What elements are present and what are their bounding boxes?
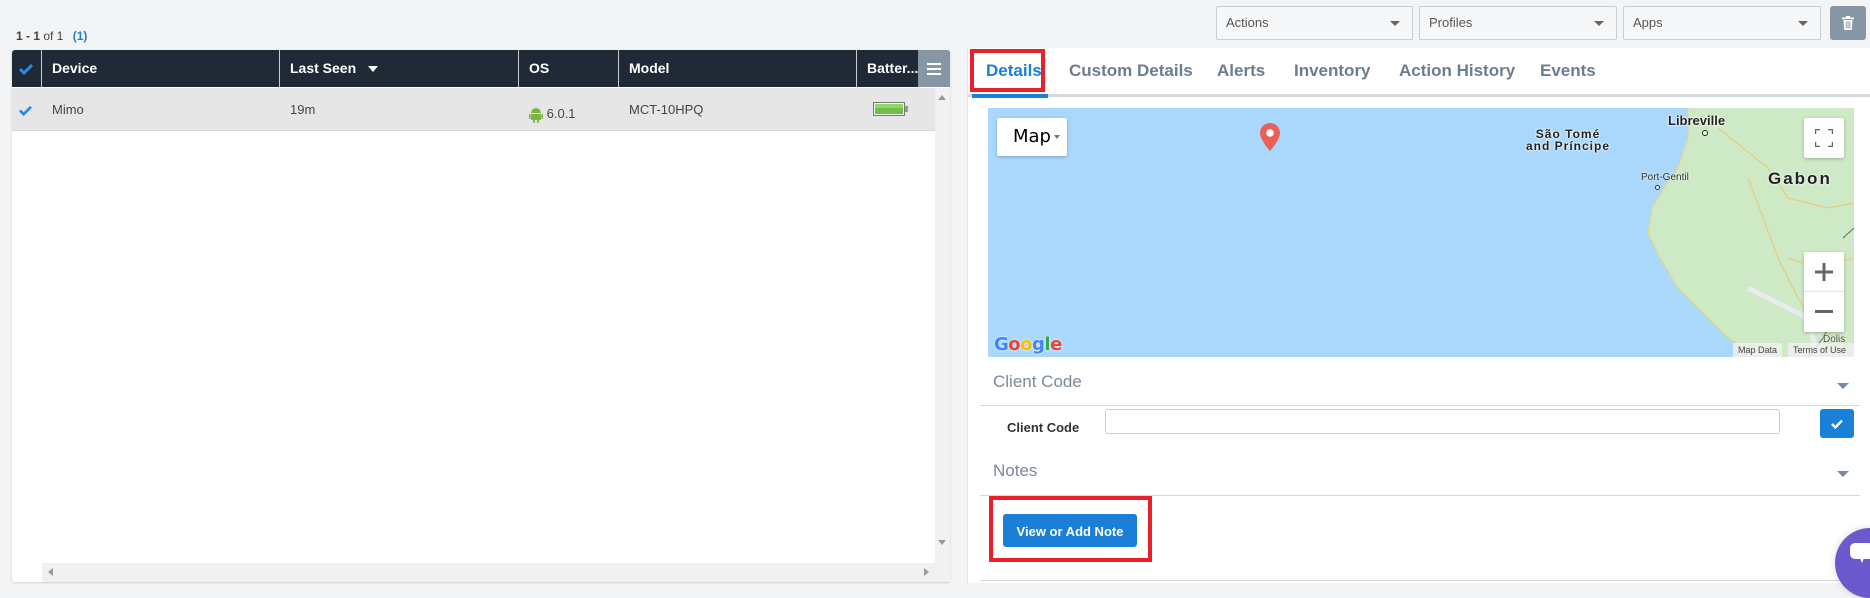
tab-events[interactable]: Events	[1540, 48, 1596, 94]
apps-dropdown[interactable]: Apps	[1623, 6, 1821, 40]
divider	[980, 580, 1860, 581]
chat-bubble-icon	[1850, 543, 1870, 563]
scroll-down-icon[interactable]	[938, 540, 946, 545]
scroll-left-icon[interactable]	[48, 568, 53, 576]
column-header-battery[interactable]: Batter...	[857, 50, 918, 87]
pagination-range: 1 - 1	[16, 29, 41, 43]
map-label-port-gentil: Port-Gentil	[1641, 172, 1689, 183]
scroll-right-icon[interactable]	[924, 568, 929, 576]
actions-dropdown[interactable]: Actions	[1216, 6, 1413, 40]
trash-icon	[1842, 16, 1854, 30]
column-label: Last Seen	[290, 60, 357, 76]
chevron-down-icon	[1054, 135, 1060, 139]
column-label: OS	[529, 60, 550, 76]
sort-desc-icon	[368, 66, 379, 73]
column-label: Device	[52, 60, 98, 76]
cell-model: MCT-10HPQ	[629, 102, 704, 117]
active-tab-indicator	[972, 94, 1048, 98]
notes-section-title[interactable]: Notes	[993, 461, 1037, 481]
fullscreen-icon	[1815, 129, 1833, 147]
plus-icon	[1815, 262, 1833, 281]
hamburger-menu-icon	[927, 62, 941, 75]
tab-custom-details[interactable]: Custom Details	[1069, 48, 1193, 94]
checkmark-icon	[1831, 419, 1843, 429]
location-pin-icon[interactable]	[1260, 123, 1280, 151]
map-type-selector[interactable]: Map	[997, 118, 1067, 156]
profiles-label: Profiles	[1429, 15, 1473, 30]
client-code-section-title[interactable]: Client Code	[993, 372, 1082, 392]
actions-label: Actions	[1226, 15, 1269, 30]
chevron-down-icon[interactable]	[1837, 383, 1849, 389]
profiles-dropdown[interactable]: Profiles	[1419, 6, 1617, 40]
zoom-controls	[1804, 252, 1844, 332]
minus-icon	[1815, 310, 1833, 313]
device-details-panel: Details Custom Details Alerts Inventory …	[967, 48, 1870, 583]
tab-alerts[interactable]: Alerts	[1217, 48, 1265, 94]
column-header-last-seen[interactable]: Last Seen	[280, 50, 519, 87]
map-label-gabon: Gabon	[1768, 169, 1832, 188]
map-land	[1647, 108, 1854, 357]
android-icon	[529, 107, 543, 123]
tab-action-history[interactable]: Action History	[1399, 48, 1515, 94]
cell-device: Mimo	[52, 102, 84, 117]
details-tabs: Details Custom Details Alerts Inventory …	[968, 48, 1870, 98]
chevron-down-icon[interactable]	[1837, 471, 1849, 477]
column-header-model[interactable]: Model	[619, 50, 857, 87]
selected-count-link[interactable]: (1)	[73, 29, 88, 43]
client-code-input[interactable]	[1105, 409, 1780, 434]
column-label: Batter...	[867, 60, 918, 76]
cell-last-seen: 19m	[290, 102, 316, 117]
divider	[980, 405, 1860, 406]
table-row[interactable]: Mimo 19m 6.0.1 MCT-10HPQ	[12, 88, 935, 131]
chevron-down-icon	[1594, 21, 1604, 26]
checkmark-icon	[19, 105, 32, 117]
fullscreen-button[interactable]	[1804, 118, 1844, 158]
battery-indicator	[863, 102, 909, 118]
chevron-down-icon	[1798, 21, 1808, 26]
city-marker-icon	[1655, 185, 1660, 190]
tab-inventory[interactable]: Inventory	[1294, 48, 1371, 94]
column-label: Model	[629, 60, 670, 76]
map-label-sao-tome: São Tomé and Príncipe	[1526, 127, 1611, 153]
google-logo: Google	[994, 334, 1062, 355]
delete-button[interactable]	[1830, 6, 1866, 40]
location-map[interactable]: Map São Tomé and Príncipe Libreville Por…	[988, 108, 1854, 357]
checkmark-icon	[18, 64, 34, 76]
pagination-total: of 1	[43, 29, 64, 43]
highlight-box-details-tab	[970, 49, 1045, 92]
grid-header: Device Last Seen OS Model Batter...	[12, 50, 950, 87]
apps-label: Apps	[1633, 15, 1663, 30]
map-data-link[interactable]: Map Data	[1733, 343, 1783, 357]
os-version: 6.0.1	[546, 106, 576, 121]
client-code-save-button[interactable]	[1820, 409, 1854, 438]
column-header-os[interactable]: OS	[519, 50, 619, 87]
map-label-libreville: Libreville	[1668, 113, 1726, 128]
highlight-box-note-button	[989, 496, 1152, 562]
client-code-label: Client Code	[1007, 420, 1080, 435]
chevron-down-icon	[1390, 21, 1400, 26]
column-menu-button[interactable]	[918, 50, 950, 87]
zoom-out-button[interactable]	[1804, 292, 1844, 332]
city-marker-icon	[1702, 130, 1708, 136]
pagination-summary: 1 - 1 of 1 (1)	[16, 29, 87, 43]
cell-os: 6.0.1	[519, 92, 576, 135]
row-checkbox[interactable]	[12, 88, 42, 131]
zoom-in-button[interactable]	[1804, 252, 1844, 292]
terms-of-use-link[interactable]: Terms of Use	[1788, 343, 1854, 357]
device-grid: Device Last Seen OS Model Batter... Mimo…	[12, 50, 950, 582]
select-all-checkbox[interactable]	[12, 50, 42, 87]
vertical-scrollbar[interactable]	[935, 88, 950, 582]
battery-icon	[873, 102, 908, 116]
column-header-device[interactable]: Device	[42, 50, 280, 87]
map-type-label: Map	[1013, 126, 1051, 147]
horizontal-scrollbar[interactable]	[42, 563, 935, 582]
scroll-up-icon[interactable]	[938, 95, 946, 100]
